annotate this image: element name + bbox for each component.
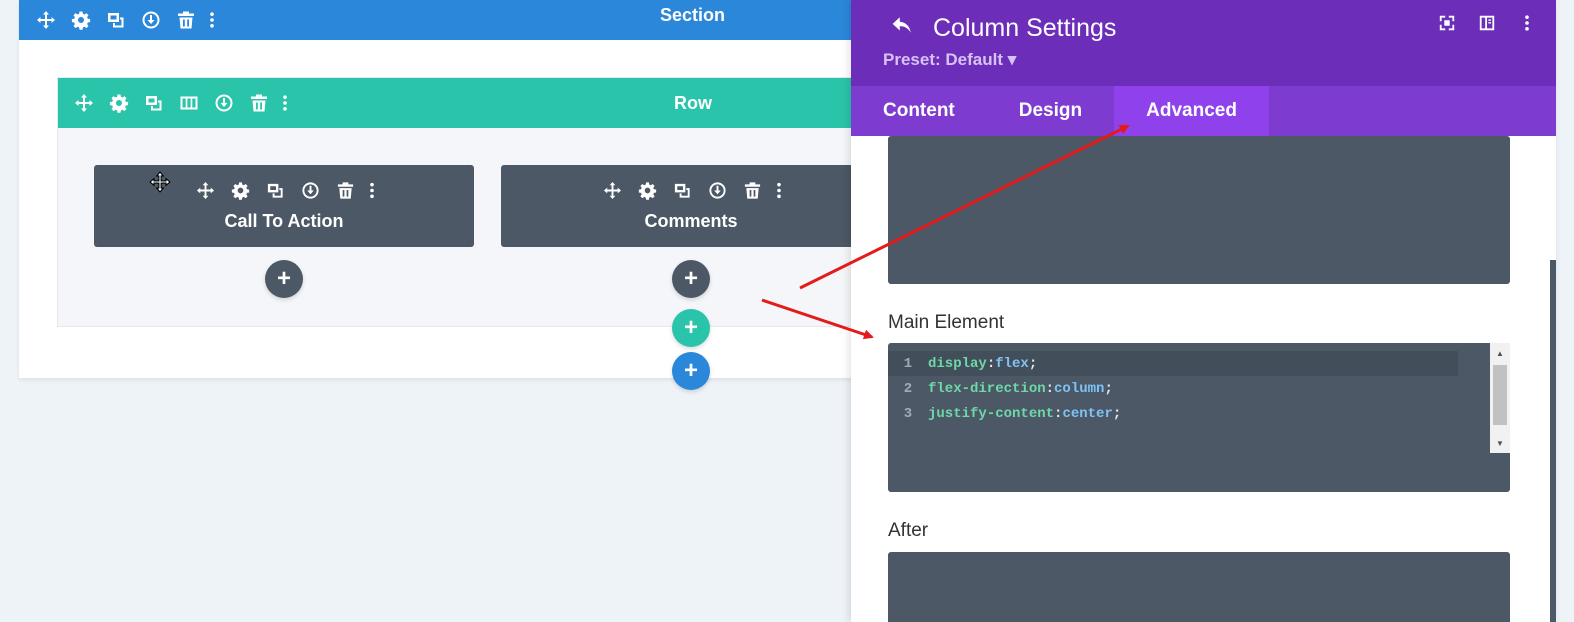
scroll-thumb[interactable] — [1493, 365, 1507, 425]
editor-scrollbar[interactable]: ▲ ▼ — [1490, 343, 1510, 453]
css-property: display — [928, 355, 987, 372]
line-number: 1 — [903, 355, 913, 372]
gear-icon[interactable] — [223, 177, 258, 203]
semicolon: ; — [1028, 355, 1038, 372]
split-view-icon[interactable] — [1478, 14, 1496, 37]
move-cursor-icon — [149, 171, 171, 198]
trash-icon[interactable] — [168, 0, 203, 40]
more-icon[interactable] — [276, 78, 294, 128]
after-css-editor[interactable] — [888, 552, 1510, 622]
semicolon: ; — [1112, 405, 1122, 422]
semicolon: ; — [1104, 380, 1113, 397]
more-icon[interactable] — [1518, 14, 1536, 37]
css-value: flex — [995, 355, 1029, 372]
panel-tabs: Content Design Advanced — [851, 86, 1556, 136]
tab-design[interactable]: Design — [987, 86, 1114, 136]
duplicate-icon[interactable] — [665, 177, 700, 203]
add-module-button[interactable]: + — [672, 260, 710, 298]
css-property: justify-content — [928, 405, 1055, 422]
after-label: After — [888, 520, 929, 541]
code-line: 1 display: flex; — [888, 351, 1458, 376]
save-icon[interactable] — [700, 177, 735, 203]
fullscreen-icon[interactable] — [1438, 14, 1456, 37]
add-row-button[interactable]: + — [672, 309, 710, 347]
section-actions — [28, 0, 221, 40]
scroll-up-icon[interactable]: ▲ — [1490, 343, 1510, 363]
move-icon[interactable] — [28, 0, 63, 40]
colon: : — [986, 355, 996, 372]
preset-dropdown[interactable]: Preset: Default ▾ — [883, 50, 1016, 70]
row-title: Row — [674, 93, 712, 113]
panel-header: Column Settings Preset: Default ▾ — [851, 0, 1556, 86]
section-toolbar: Section — [19, 0, 869, 40]
line-number: 3 — [903, 405, 913, 422]
code-line: 3 justify-content: center; — [888, 401, 1488, 426]
code-lines: 1 display: flex; 2 flex-direction: colum… — [888, 351, 1488, 426]
css-value: center — [1062, 405, 1113, 422]
move-icon[interactable] — [595, 177, 630, 203]
move-icon[interactable] — [188, 177, 223, 203]
move-icon[interactable] — [66, 78, 101, 128]
colon: : — [1054, 405, 1063, 422]
duplicate-icon[interactable] — [258, 177, 293, 203]
module-title: Call To Action — [224, 211, 344, 231]
tab-content[interactable]: Content — [851, 86, 987, 136]
trash-icon[interactable] — [735, 177, 770, 203]
before-css-editor[interactable] — [888, 136, 1510, 284]
column-settings-panel: Column Settings Preset: Default ▾ Conten… — [851, 0, 1556, 622]
main-element-label: Main Element — [888, 312, 1005, 333]
panel-body: Main Element 1 display: flex; 2 flex-dir… — [851, 136, 1556, 622]
module-actions — [501, 177, 881, 203]
css-property: flex-direction — [928, 380, 1046, 397]
more-icon[interactable] — [203, 0, 221, 40]
gear-icon[interactable] — [630, 177, 665, 203]
more-icon[interactable] — [770, 177, 788, 203]
line-number: 2 — [903, 380, 913, 397]
panel-title: Column Settings — [933, 14, 1117, 42]
more-icon[interactable] — [363, 177, 381, 203]
css-value: column — [1054, 380, 1105, 397]
panel-header-actions — [1438, 14, 1536, 37]
code-line: 2 flex-direction: column; — [888, 376, 1488, 401]
panel-scrollbar[interactable] — [1550, 260, 1556, 622]
colon: : — [1045, 380, 1055, 397]
section-title: Section — [660, 5, 726, 25]
columns-icon[interactable] — [171, 78, 206, 128]
back-icon[interactable] — [891, 14, 913, 41]
tab-advanced[interactable]: Advanced — [1114, 86, 1269, 136]
save-icon[interactable] — [206, 78, 241, 128]
module-comments[interactable]: Comments — [501, 165, 851, 247]
save-icon[interactable] — [133, 0, 168, 40]
module-title: Comments — [644, 211, 738, 231]
gear-icon[interactable] — [101, 78, 136, 128]
add-module-button[interactable]: + — [265, 260, 303, 298]
row-actions — [66, 78, 294, 128]
duplicate-icon[interactable] — [98, 0, 133, 40]
trash-icon[interactable] — [328, 177, 363, 203]
main-element-css-editor[interactable]: 1 display: flex; 2 flex-direction: colum… — [888, 343, 1510, 492]
add-section-button[interactable]: + — [672, 352, 710, 390]
save-icon[interactable] — [293, 177, 328, 203]
duplicate-icon[interactable] — [136, 78, 171, 128]
gear-icon[interactable] — [63, 0, 98, 40]
row-toolbar: Row — [58, 78, 868, 128]
trash-icon[interactable] — [241, 78, 276, 128]
scroll-down-icon[interactable]: ▼ — [1490, 433, 1510, 453]
